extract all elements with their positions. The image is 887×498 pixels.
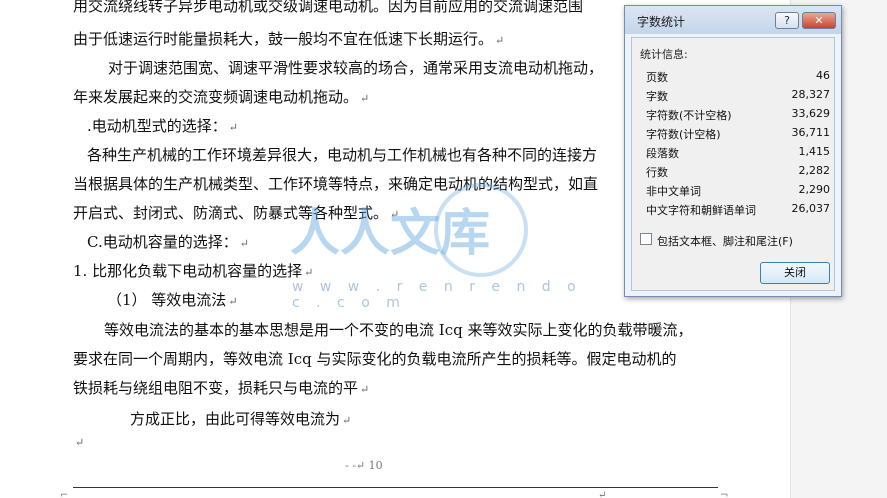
stat-row-non-chinese-words: 非中文单词 2,290 [646,183,830,198]
stat-row-paragraphs: 段落数 1,415 [646,145,830,160]
stat-row-chars-with-spaces: 字符数(计空格) 36,711 [646,126,830,141]
page-number: - -↵ 10 [345,459,383,472]
help-button[interactable]: ? [775,12,799,29]
stat-row-cjk-words: 中文字符和朝鲜语单词 26,037 [646,202,830,217]
word-count-dialog: 字数统计 ? ✕ 统计信息: 页数 46 字数 28,327 字符数(不计空格) 33… [624,5,842,297]
doc-line: 开启式、封闭式、防滴式、防暴式等各种型式。 ↵ [73,204,400,222]
stat-row-chars-no-spaces: 字符数(不计空格) 33,629 [646,107,830,122]
doc-line: 1. 比那化负载下电动机容量的选择 ↵ [73,262,314,280]
stat-row-words: 字数 28,327 [646,88,830,103]
dialog-title: 字数统计 [637,15,686,29]
doc-line: 用交流绕线转子异步电动机或交级调速电动机。因为目前应用的交流调速范围 [73,0,584,15]
watermark-url: w w w . r e n r e n d o c . c o m [292,279,582,311]
corner-mark: ⌐ [60,490,69,498]
doc-line: （1） 等效电流法 ↵ [107,291,238,309]
doc-line: 各种生产机械的工作环境差异很大，电动机与工作机械也有各种不同的连接方 [87,146,598,164]
doc-line: 要求在同一个周期内，等效电流 Icq 与实际变化的负载电流所产生的损耗等。假定电… [73,350,677,368]
statistics-label: 统计信息: [640,48,688,61]
watermark-circle [434,183,528,277]
doc-line: C.电动机容量的选择： ↵ [87,233,249,251]
page-divider [73,487,718,488]
doc-line: 对于调速范围宽、调速平滑性要求较高的场合，通常采用支流电动机拖动， [108,59,604,77]
include-textboxes-label[interactable]: 包括文本框、脚注和尾注(F) [657,233,793,249]
doc-line: 年来发展起来的交流变频调速电动机拖动。 ↵ [73,88,370,106]
corner-mark: ↵ [598,490,607,498]
close-icon[interactable]: ✕ [802,12,836,29]
doc-line: 方成正比，由此可得等效电流为 ↵ [130,410,352,428]
doc-line: 铁损耗与绕组电阻不变，损耗只与电流的平 ↵ [73,379,370,397]
close-button[interactable]: 关闭 [760,262,830,284]
corner-mark: ¬ [720,490,729,498]
doc-line: ↵ [75,436,85,449]
statistics-panel: 统计信息: 页数 46 字数 28,327 字符数(不计空格) 33,629 字符数(… [631,37,835,291]
doc-line: .电动机型式的选择： ↵ [87,117,238,135]
doc-line: 当根据具体的生产机械类型、工作环境等特点，来确定电动机的结构型式，如直 [73,175,599,193]
stat-row-lines: 行数 2,282 [646,164,830,179]
dialog-titlebar[interactable]: 字数统计 ? ✕ [625,6,841,34]
doc-line: 等效电流法的基本的基本思想是用一个不变的电流 Icq 来等效实际上变化的负载带暖… [104,321,693,339]
doc-line: 由于低速运行时能量损耗大，鼓一般均不宜在低速下长期运行。 ↵ [73,30,505,48]
stat-row-pages: 页数 46 [646,69,830,84]
include-textboxes-checkbox[interactable] [640,233,652,245]
